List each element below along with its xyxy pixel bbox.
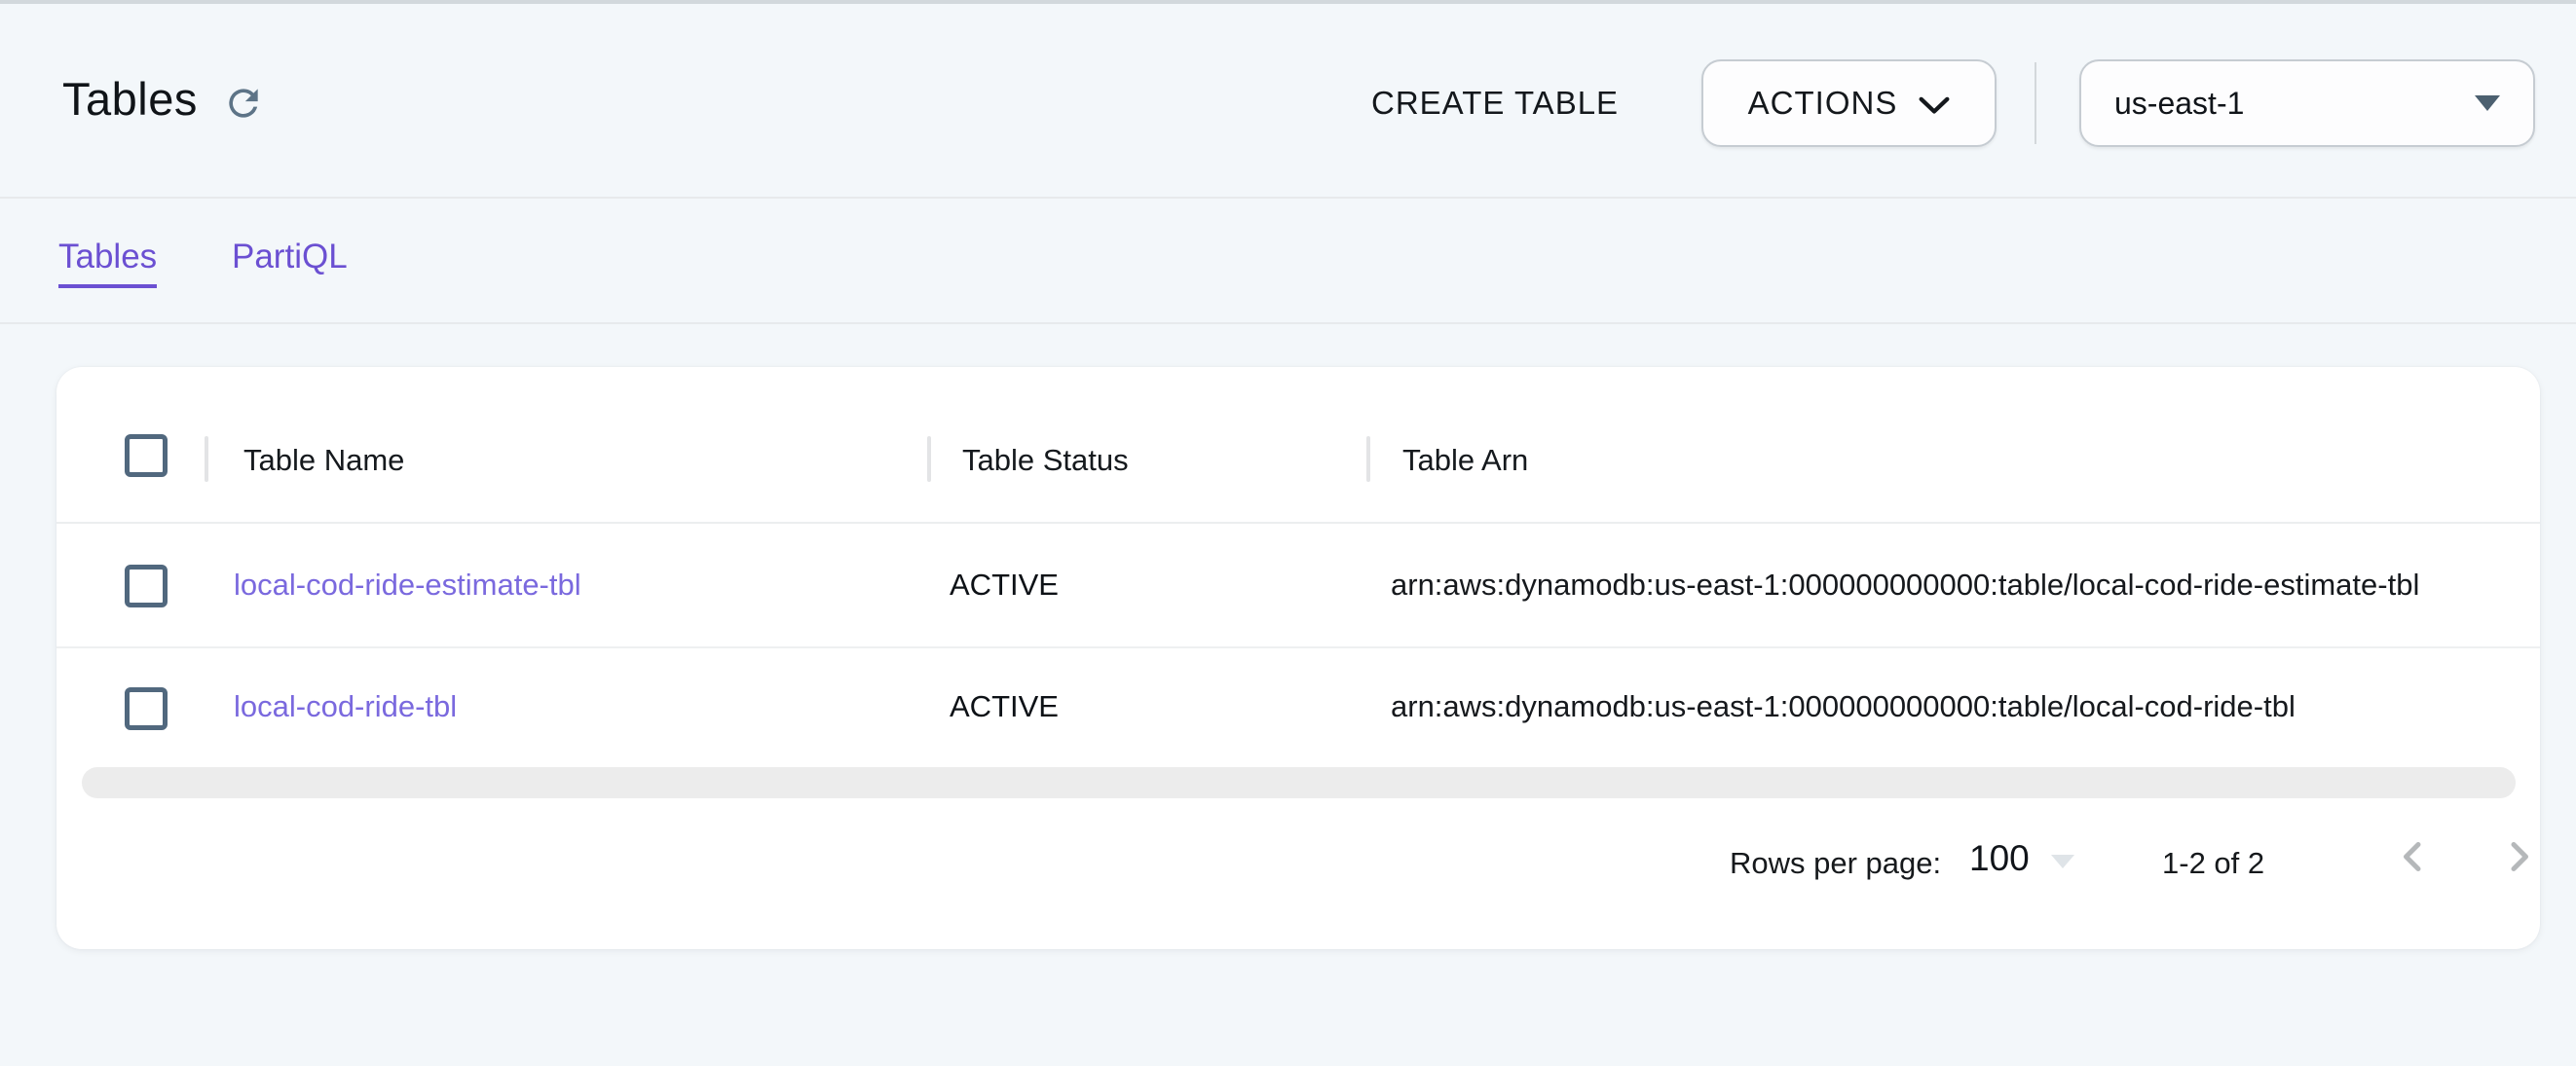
column-header-table-name: Table Name [243, 443, 404, 478]
next-page-button[interactable] [2499, 834, 2544, 879]
actions-button[interactable]: ACTIONS [1701, 59, 1997, 147]
column-divider [927, 436, 931, 482]
column-header-table-arn: Table Arn [1402, 443, 1528, 478]
table-row: local-cod-ride-estimate-tbl ACTIVE arn:a… [56, 524, 2540, 648]
rows-per-page-select[interactable]: 100 [1969, 838, 2074, 879]
chevron-right-icon [2499, 837, 2538, 876]
column-divider [205, 436, 208, 482]
table-status-cell: ACTIVE [950, 568, 1059, 603]
table-status-cell: ACTIVE [950, 689, 1059, 724]
header-bar: Tables CREATE TABLE ACTIONS us-east-1 [0, 4, 2576, 199]
row-checkbox[interactable] [125, 687, 168, 730]
table-header-row: Table Name Table Status Table Arn [56, 367, 2540, 524]
page-title: Tables [62, 72, 198, 126]
horizontal-scrollbar[interactable] [82, 767, 2516, 798]
table-name-link[interactable]: local-cod-ride-estimate-tbl [234, 568, 581, 603]
page-range-label: 1-2 of 2 [2162, 846, 2264, 881]
chevron-down-icon [1919, 96, 1950, 115]
caret-down-icon [2051, 855, 2074, 868]
refresh-button[interactable] [222, 80, 269, 127]
region-select[interactable]: us-east-1 [2079, 59, 2535, 147]
create-table-button[interactable]: CREATE TABLE [1371, 80, 1619, 127]
row-checkbox[interactable] [125, 565, 168, 607]
table-name-link[interactable]: local-cod-ride-tbl [234, 689, 457, 724]
column-divider [1366, 436, 1370, 482]
previous-page-button[interactable] [2394, 834, 2439, 879]
tab-bar: Tables PartiQL [0, 201, 2576, 324]
refresh-icon [222, 82, 265, 125]
rows-per-page-value: 100 [1969, 838, 2030, 879]
tables-card: Table Name Table Status Table Arn local-… [56, 367, 2540, 949]
table-row: local-cod-ride-tbl ACTIVE arn:aws:dynamo… [56, 648, 2540, 766]
region-select-value: us-east-1 [2114, 86, 2475, 122]
tab-tables[interactable]: Tables [58, 238, 157, 288]
tab-partiql[interactable]: PartiQL [232, 238, 348, 276]
toolbar-divider [2035, 62, 2036, 144]
column-header-table-status: Table Status [962, 443, 1129, 478]
table-arn-cell: arn:aws:dynamodb:us-east-1:000000000000:… [1391, 568, 2419, 603]
table-arn-cell: arn:aws:dynamodb:us-east-1:000000000000:… [1391, 689, 2296, 724]
rows-per-page-label: Rows per page: [1730, 846, 1941, 881]
actions-button-label: ACTIONS [1748, 85, 1898, 122]
dynamodb-admin-tables-page: Tables CREATE TABLE ACTIONS us-east-1 Ta… [0, 0, 2576, 1066]
caret-down-icon [2475, 95, 2500, 111]
chevron-left-icon [2394, 837, 2433, 876]
select-all-checkbox[interactable] [125, 434, 168, 477]
